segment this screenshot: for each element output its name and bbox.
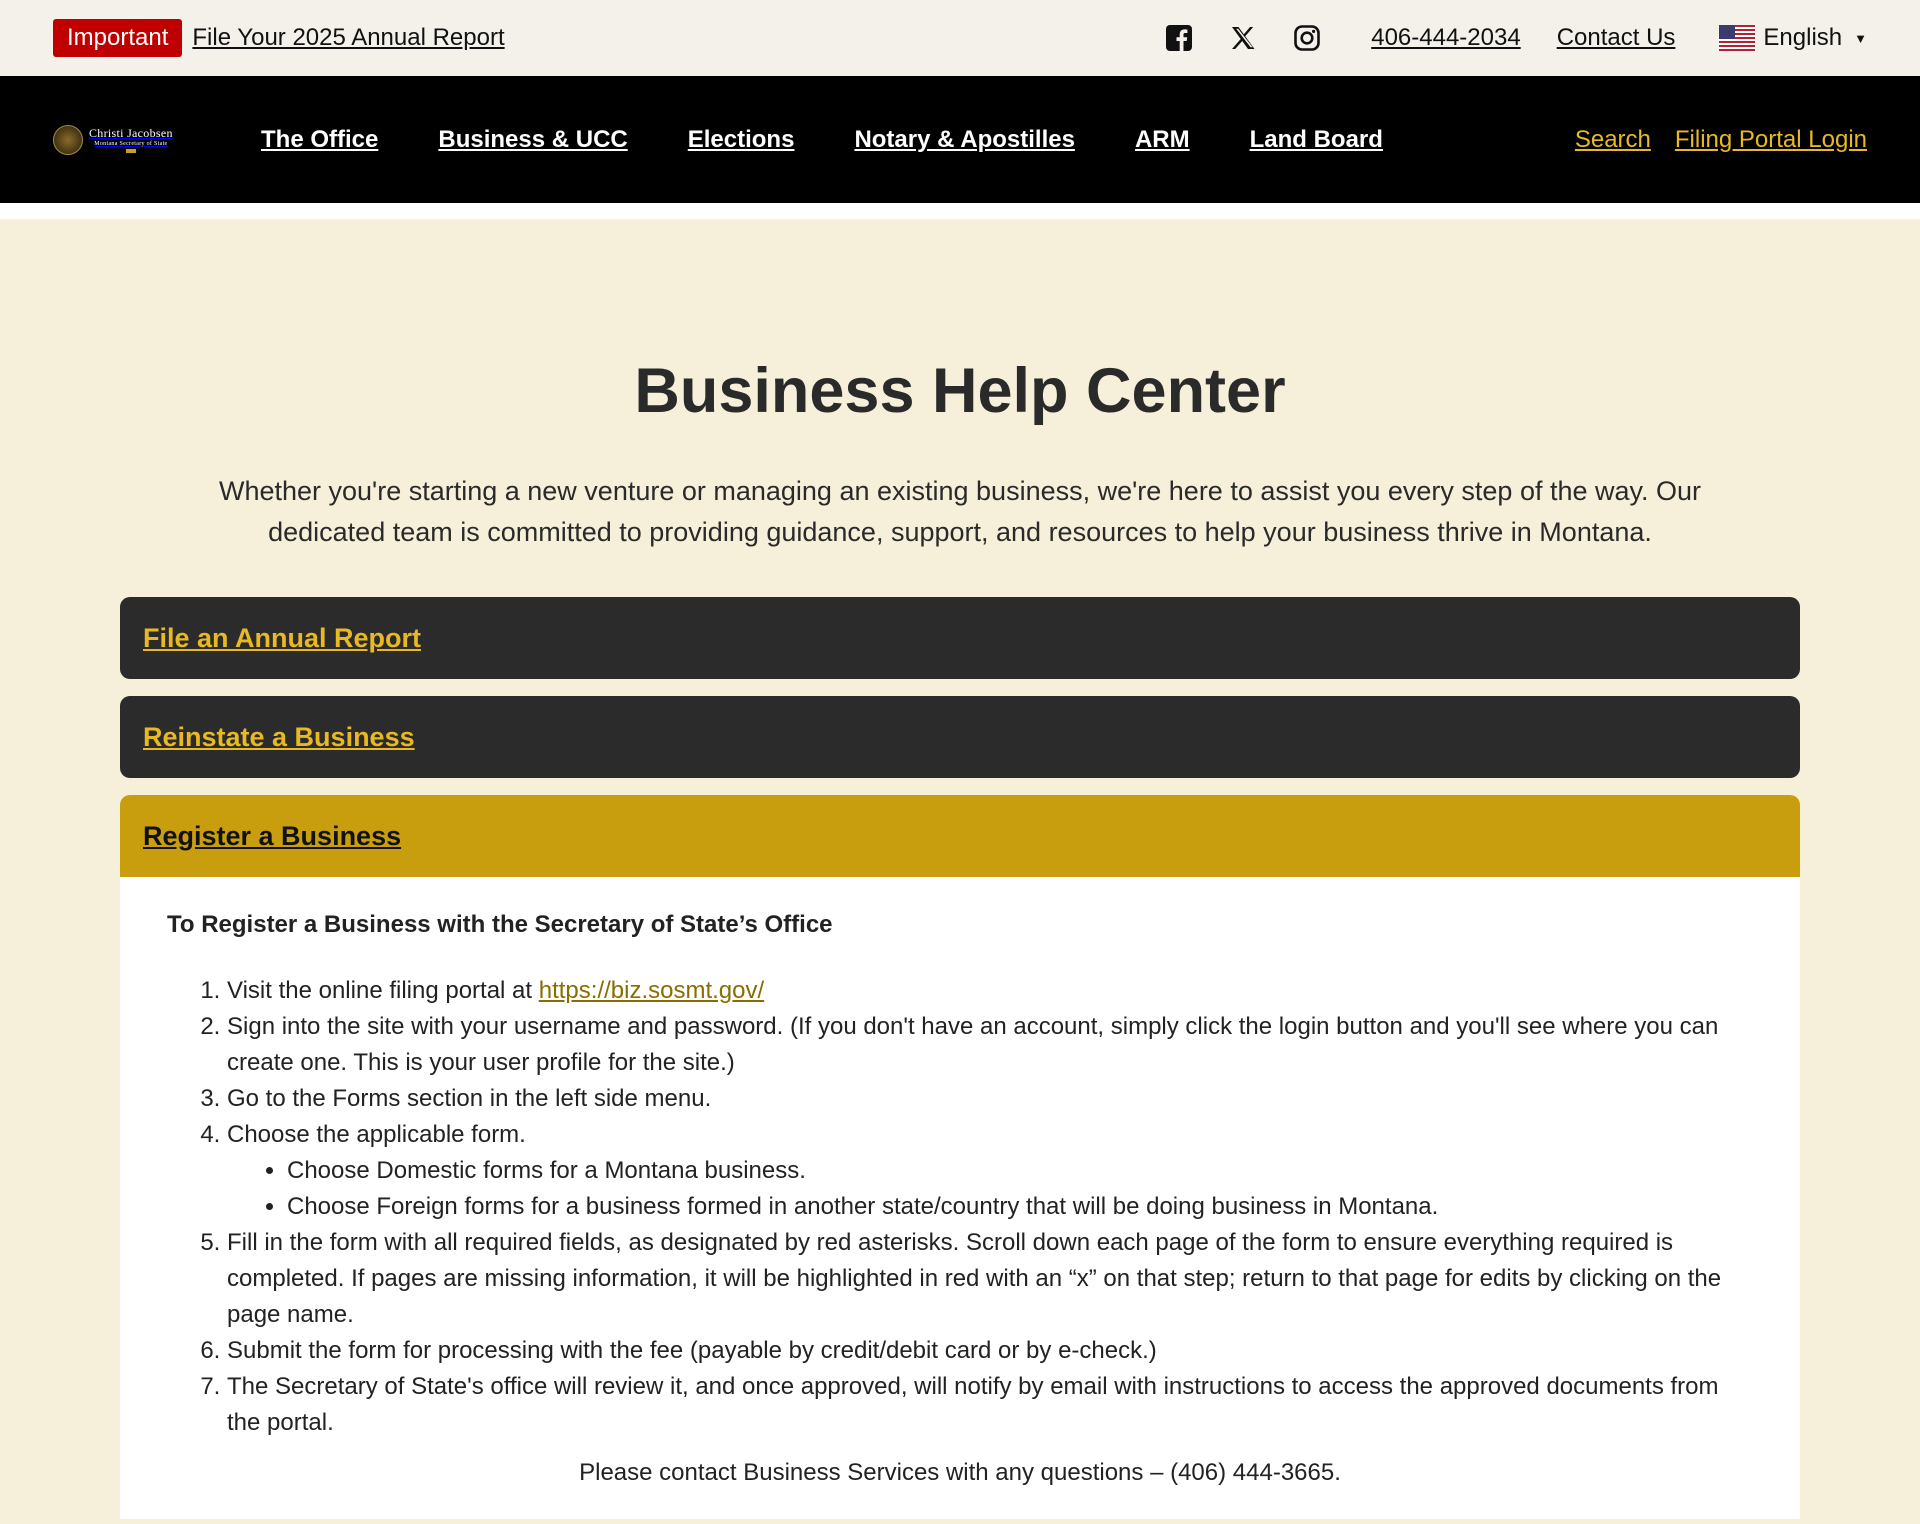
state-seal-icon [53, 124, 83, 155]
nav-item-notary-apostilles[interactable]: Notary & Apostilles [854, 126, 1075, 154]
nav-item-business-ucc[interactable]: Business & UCC [438, 126, 627, 154]
reinstate-toggle[interactable]: Reinstate a Business [143, 722, 415, 753]
list-item: Sign into the site with your username an… [227, 1009, 1753, 1081]
logo-subtitle: Montana Secretary of State [94, 140, 168, 147]
accordion-item-register[interactable]: Register a Business [120, 795, 1800, 877]
search-link[interactable]: Search [1575, 126, 1651, 154]
important-badge: Important [53, 19, 183, 57]
utility-bar: Important File Your 2025 Annual Report 4… [0, 0, 1920, 76]
list-item: Submit the form for processing with the … [227, 1333, 1753, 1369]
annual-report-toggle[interactable]: File an Annual Report [143, 623, 421, 654]
divider-strip [0, 203, 1920, 219]
page-intro: Whether you're starting a new venture or… [218, 476, 1702, 547]
panel-heading: To Register a Business with the Secretar… [167, 911, 833, 938]
announcement-area: Important File Your 2025 Annual Report [53, 19, 505, 57]
list-item: Visit the online filing portal at https:… [227, 973, 1753, 1009]
nav-item-land-board[interactable]: Land Board [1250, 126, 1383, 154]
logo-name: Christi Jacobsen [89, 125, 173, 140]
main-nav: Christi Jacobsen Montana Secretary of St… [0, 76, 1920, 203]
language-selector[interactable]: English ▼ [1719, 24, 1867, 52]
utility-right: 406-444-2034 Contact Us English ▼ [1165, 24, 1867, 52]
annual-report-link[interactable]: File Your 2025 Annual Report [192, 24, 504, 52]
instagram-icon[interactable] [1293, 24, 1321, 52]
list-item: Go to the Forms section in the left side… [227, 1081, 1753, 1117]
site-logo[interactable]: Christi Jacobsen Montana Secretary of St… [53, 124, 203, 155]
list-item: Choose the applicable form. Choose Domes… [227, 1117, 1753, 1225]
nav-item-the-office[interactable]: The Office [261, 126, 378, 154]
list-item: The Secretary of State's office will rev… [227, 1369, 1753, 1441]
facebook-icon[interactable] [1165, 24, 1193, 52]
contact-us-link[interactable]: Contact Us [1557, 24, 1676, 52]
register-toggle[interactable]: Register a Business [143, 821, 401, 852]
register-steps: Visit the online filing portal at https:… [167, 973, 1753, 1441]
list-item: Fill in the form with all required field… [227, 1225, 1753, 1333]
language-label: English [1763, 24, 1843, 51]
phone-link[interactable]: 406-444-2034 [1371, 24, 1520, 52]
x-icon[interactable] [1229, 24, 1257, 52]
accordion-item-reinstate[interactable]: Reinstate a Business [120, 696, 1800, 778]
accordion-item-annual-report[interactable]: File an Annual Report [120, 597, 1800, 679]
us-flag-icon [1719, 25, 1756, 51]
main-content: Business Help Center Whether you're star… [0, 219, 1920, 1519]
social-links [1165, 24, 1321, 52]
nav-item-arm[interactable]: ARM [1135, 126, 1190, 154]
contact-note: Please contact Business Services with an… [579, 1459, 1341, 1486]
logo-ribbon [125, 148, 136, 153]
list-item: Choose Domestic forms for a Montana busi… [287, 1153, 1753, 1189]
register-panel: To Register a Business with the Secretar… [120, 877, 1800, 1519]
nav-item-elections[interactable]: Elections [688, 126, 795, 154]
chevron-down-icon: ▼ [1854, 30, 1867, 46]
form-type-list: Choose Domestic forms for a Montana busi… [227, 1153, 1753, 1225]
filing-portal-url-link[interactable]: https://biz.sosmt.gov/ [539, 977, 764, 1004]
nav-links: The Office Business & UCC Elections Nota… [261, 126, 1383, 154]
nav-utility-links: Search Filing Portal Login [1575, 126, 1867, 154]
list-item: Choose Foreign forms for a business form… [287, 1189, 1753, 1225]
filing-portal-login-link[interactable]: Filing Portal Login [1675, 126, 1867, 154]
page-title: Business Help Center [634, 356, 1286, 426]
help-accordion: File an Annual Report Reinstate a Busine… [120, 597, 1800, 1519]
